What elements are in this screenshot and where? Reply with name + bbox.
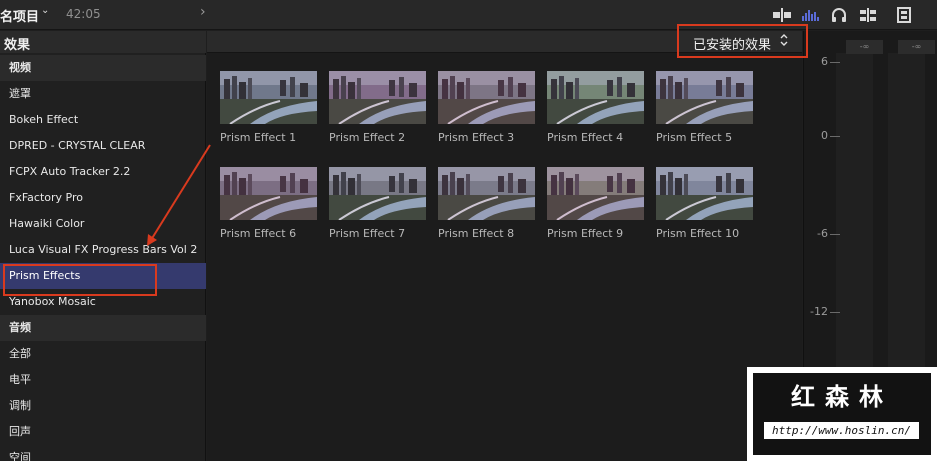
category-section[interactable]: 音频 [0,315,206,341]
effect-label: Prism Effect 4 [547,131,624,144]
audio-waveform-icon[interactable] [801,7,821,23]
clip-appearance-icon[interactable] [772,7,792,23]
sidebar-header [0,31,206,53]
effect-label: Prism Effect 9 [547,227,624,240]
headphones-icon[interactable] [830,7,848,23]
effect-label: Prism Effect 6 [220,227,297,240]
category-item[interactable]: 空间 [0,445,206,461]
effect-label: Prism Effect 7 [329,227,406,240]
effect-thumbnail[interactable] [438,71,535,124]
effects-sidebar: 效果 视频 遮罩 Bokeh Effect DPRED - CRYSTAL CLEAR… [0,31,206,461]
db-scale-tick [830,312,840,313]
category-item[interactable]: DPRED - CRYSTAL CLEAR [0,133,206,159]
effect-label: Prism Effect 10 [656,227,740,240]
right-peak-readout: -∞ [898,40,935,54]
effect-thumbnail[interactable] [438,167,535,220]
category-item[interactable]: Bokeh Effect [0,107,206,133]
project-duration: 42:05 [66,7,101,21]
effect-thumbnail[interactable] [220,71,317,124]
project-menu-chevron-icon[interactable]: ⌄ [41,5,49,16]
effect-thumbnail[interactable] [329,167,426,220]
project-name[interactable]: 名项目 [0,6,39,25]
watermark-url: http://www.hoslin.cn/ [764,422,919,439]
effect-thumbnail[interactable] [656,71,753,124]
effect-thumbnail[interactable] [547,71,644,124]
effect-label: Prism Effect 1 [220,131,297,144]
db-scale-tick [830,62,840,63]
category-item[interactable]: 调制 [0,393,206,419]
db-scale-tick [830,136,840,137]
left-peak-readout: -∞ [846,40,883,54]
effect-thumbnail[interactable] [329,71,426,124]
category-section[interactable]: 视频 [0,55,206,81]
film-strip-icon[interactable] [896,7,912,23]
effect-thumbnail[interactable] [547,167,644,220]
effect-label: Prism Effect 5 [656,131,733,144]
db-scale-label: -6 [817,227,828,240]
effect-label: Prism Effect 2 [329,131,406,144]
effects-grid: Prism Effect 1 Prism Effect 2 Prism Effect… [207,53,802,461]
effect-thumbnail[interactable] [220,167,317,220]
effect-thumbnail[interactable] [656,167,753,220]
category-item[interactable]: Luca Visual FX Progress Bars Vol 2 [0,237,206,263]
category-item[interactable]: FCPX Auto Tracker 2.2 [0,159,206,185]
snapping-icon[interactable] [858,7,878,23]
db-scale-label: -12 [810,305,828,318]
category-item[interactable]: 遮罩 [0,81,206,107]
effect-label: Prism Effect 3 [438,131,515,144]
category-item[interactable]: 回声 [0,419,206,445]
category-item[interactable]: 全部 [0,341,206,367]
db-scale-label: 0 [821,129,828,142]
filter-highlight-box [677,24,808,58]
sidebar-title: 效果 [4,38,31,53]
category-item[interactable]: FxFactory Pro [0,185,206,211]
db-scale-tick [830,234,840,235]
watermark-name: 红森林 [791,383,893,411]
effect-label: Prism Effect 8 [438,227,515,240]
watermark-logo: 红森林 http://www.hoslin.cn/ [747,367,937,461]
selection-highlight-box [3,264,157,296]
category-item[interactable]: 电平 [0,367,206,393]
forward-arrow-icon[interactable]: › [200,4,206,20]
category-item[interactable]: Hawaiki Color [0,211,206,237]
